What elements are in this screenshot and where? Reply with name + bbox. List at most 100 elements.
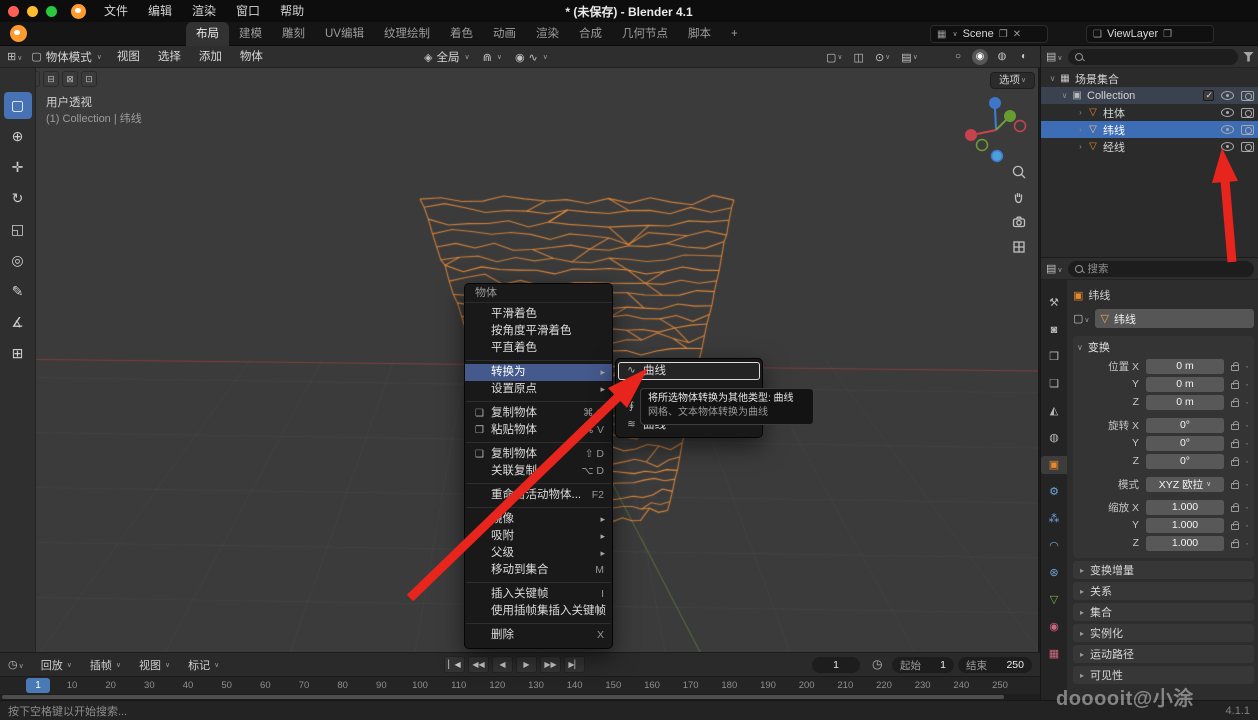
filter-icon[interactable]	[1243, 52, 1254, 62]
hide-eye-icon[interactable]	[1221, 91, 1234, 100]
current-frame-field[interactable]: 1	[812, 657, 860, 673]
snap-magnet-icon[interactable]: ⋒	[483, 51, 492, 64]
lock-icon[interactable]	[1231, 506, 1239, 512]
disable-render-icon[interactable]	[1241, 108, 1254, 118]
properties-editor-icon[interactable]: ▤∨	[1046, 262, 1063, 275]
property-value-field[interactable]: 1.000	[1146, 518, 1224, 533]
property-value-field[interactable]: 0°	[1146, 418, 1224, 433]
properties-tab[interactable]: ▣	[1041, 456, 1067, 474]
scrollbar-handle[interactable]	[2, 695, 1004, 699]
outliner-row[interactable]: › ▽ 纬线	[1041, 121, 1258, 138]
tool-button[interactable]: ⊕	[4, 123, 32, 150]
new-scene-icon[interactable]: ❐	[999, 29, 1008, 40]
menubar-menu-item[interactable]: 帮助	[270, 0, 314, 22]
context-menu-item[interactable]: 设置原点 ▸	[465, 381, 612, 398]
exclude-checkbox[interactable]	[1203, 90, 1214, 101]
animate-dot[interactable]: ·	[1245, 479, 1249, 489]
tool-button[interactable]: ✛	[4, 154, 32, 181]
lock-icon[interactable]	[1231, 524, 1239, 530]
shading-mode-button[interactable]: ◍	[994, 49, 1010, 65]
editor-type-button[interactable]: ⊞∨	[7, 50, 22, 63]
expand-caret-icon[interactable]: ∨	[1059, 91, 1070, 100]
hide-eye-icon[interactable]	[1221, 108, 1234, 117]
lock-icon[interactable]	[1231, 424, 1239, 430]
disable-render-icon[interactable]	[1241, 91, 1254, 101]
context-menu-item[interactable]	[466, 401, 611, 402]
tool-button[interactable]: ⊞	[4, 340, 32, 367]
workspace-tab[interactable]: +	[721, 22, 748, 46]
workspace-tab[interactable]: 布局	[186, 22, 229, 46]
window-close-button[interactable]	[8, 6, 19, 17]
panel-header[interactable]: ▸ 关系	[1073, 582, 1254, 600]
viewport-toggle-icon[interactable]: ◫	[854, 51, 864, 64]
animate-dot[interactable]: ·	[1245, 456, 1249, 466]
scene-selector[interactable]: ▦ ∨ Scene ❐ ✕	[930, 25, 1048, 43]
panel-header[interactable]: ▸ 变换增量	[1073, 561, 1254, 579]
workspace-tab[interactable]: 脚本	[678, 22, 721, 46]
tool-button[interactable]: ▢	[4, 92, 32, 119]
outliner-row[interactable]: › ▽ 柱体	[1041, 104, 1258, 121]
menubar-menu-item[interactable]: 渲染	[182, 0, 226, 22]
toggle-ortho-grid-icon[interactable]	[1011, 239, 1027, 255]
workspace-tab[interactable]: 雕刻	[272, 22, 315, 46]
expand-caret-icon[interactable]: ›	[1075, 142, 1086, 151]
hide-eye-icon[interactable]	[1221, 142, 1234, 151]
expand-caret-icon[interactable]: ∨	[1047, 74, 1058, 83]
navigation-gizmo[interactable]	[958, 92, 1034, 168]
lock-icon[interactable]	[1231, 442, 1239, 448]
property-value-field[interactable]: XYZ 欧拉∨	[1146, 477, 1224, 492]
object-name-field[interactable]: ▽ 纬线	[1095, 309, 1254, 328]
animate-dot[interactable]: ·	[1245, 379, 1249, 389]
orientation-icon[interactable]: ◈	[424, 51, 432, 64]
select-mode-button[interactable]: ⊟	[43, 71, 59, 87]
animate-dot[interactable]: ·	[1245, 520, 1249, 530]
viewport-menu-item[interactable]: 物体	[231, 46, 272, 68]
panel-header[interactable]: ▸ 运动路径	[1073, 645, 1254, 663]
context-menu-item[interactable]	[466, 507, 611, 508]
property-value-field[interactable]: 1.000	[1146, 500, 1224, 515]
context-menu-item[interactable]: 关联复制 ⌥ D	[465, 463, 612, 480]
lock-icon[interactable]	[1231, 383, 1239, 389]
select-mode-button[interactable]: ⊠	[62, 71, 78, 87]
outliner-search-input[interactable]	[1068, 49, 1238, 65]
frame-start-field[interactable]: 起始 1	[892, 657, 954, 673]
context-menu-item[interactable]: ❏ 复制物体 ⌘ C	[465, 405, 612, 422]
viewport-toggle-icon[interactable]: ▤∨	[901, 51, 918, 64]
viewport-menu-item[interactable]: 视图	[108, 46, 149, 68]
properties-search-input[interactable]: 搜索	[1068, 261, 1254, 277]
new-viewlayer-icon[interactable]: ❐	[1163, 29, 1172, 40]
window-minimize-button[interactable]	[27, 6, 38, 17]
context-menu-item[interactable]: 父级 ▸	[465, 545, 612, 562]
context-menu-item[interactable]: 平直着色	[465, 340, 612, 357]
properties-tab[interactable]: ⚙	[1042, 483, 1066, 501]
context-menu-item[interactable]: 移动到集合 M	[465, 562, 612, 579]
context-menu-item[interactable]: ❑ 复制物体 ⇧ D	[465, 446, 612, 463]
context-menu-item[interactable]: 按角度平滑着色	[465, 323, 612, 340]
properties-tab[interactable]: ❏	[1042, 375, 1066, 393]
properties-tab[interactable]: ⁂	[1042, 510, 1066, 528]
properties-tab[interactable]: ◍	[1042, 429, 1066, 447]
lock-icon[interactable]	[1231, 401, 1239, 407]
context-menu-item[interactable]	[466, 483, 611, 484]
properties-tab[interactable]: ▦	[1042, 645, 1066, 663]
context-menu-item[interactable]: 使用插帧集插入关键帧 K	[465, 603, 612, 620]
context-menu-item[interactable]	[466, 623, 611, 624]
context-menu-item[interactable]: 转换为 ▸	[465, 364, 612, 381]
context-menu-item[interactable]: 平滑着色	[465, 306, 612, 323]
transport-button[interactable]: ▏◀	[444, 656, 465, 673]
properties-tab[interactable]: ◭	[1042, 402, 1066, 420]
transport-button[interactable]: ◀◀	[468, 656, 489, 673]
lock-icon[interactable]	[1231, 542, 1239, 548]
timeline-ruler[interactable]: 1 10203040506070809010011012013014015016…	[0, 676, 1040, 694]
object-browse-button[interactable]: ▢∨	[1073, 312, 1090, 325]
panel-header[interactable]: ▸ 实例化	[1073, 624, 1254, 642]
transport-button[interactable]: ▶▶	[540, 656, 561, 673]
shading-mode-button[interactable]: ○	[950, 49, 966, 65]
disable-render-icon[interactable]	[1241, 142, 1254, 152]
animate-dot[interactable]: ·	[1245, 361, 1249, 371]
context-menu-item[interactable]	[466, 360, 611, 361]
tool-button[interactable]: ◎	[4, 247, 32, 274]
pan-hand-icon[interactable]	[1011, 189, 1027, 205]
properties-tab[interactable]: ⚒	[1042, 294, 1066, 312]
context-menu-item[interactable]	[466, 582, 611, 583]
